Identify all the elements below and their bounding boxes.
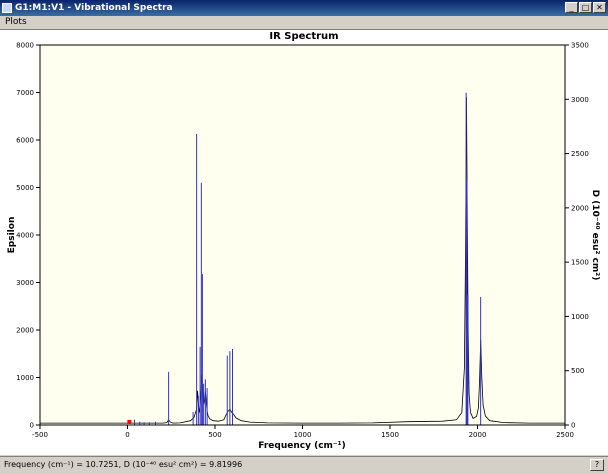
y-tick-label: 3000: [16, 279, 34, 287]
x-tick-label: 0: [125, 431, 129, 439]
y2-axis-label: D (10⁻⁴⁰ esu² cm²): [590, 190, 600, 281]
y-tick-label: 2000: [16, 327, 34, 335]
help-button[interactable]: ?: [590, 459, 604, 471]
window-title: G1:M1:V1 - Vibrational Spectra: [15, 3, 173, 13]
y-tick-label: 5000: [16, 184, 34, 192]
selected-point-marker: [127, 419, 132, 424]
y-tick-label: 8000: [16, 42, 34, 50]
app-icon: [2, 3, 12, 13]
y-tick-label: 4000: [16, 232, 34, 240]
close-button[interactable]: ✕: [593, 2, 606, 13]
maximize-button[interactable]: □: [579, 2, 592, 13]
chart-title: IR Spectrum: [269, 31, 338, 42]
y2-tick-label: 3500: [571, 42, 589, 50]
marker-layer: [127, 419, 132, 424]
y-tick-label: 6000: [16, 137, 34, 145]
y-axis-label: Epsilon: [7, 217, 17, 254]
y-tick-label: 7000: [16, 89, 34, 97]
y2-tick-label: 3000: [571, 96, 589, 104]
status-bar: Frequency (cm⁻¹) = 10.7251, D (10⁻⁴⁰ esu…: [0, 456, 608, 474]
ir-spectrum-chart[interactable]: IR Spectrum -500 0 500 1000 1500 2000 25000100…: [0, 30, 608, 456]
y2-tick-label: 0: [571, 422, 575, 430]
plot-area[interactable]: [40, 45, 565, 425]
y-tick-label: 0: [30, 422, 34, 430]
y2-tick-label: 1000: [571, 313, 589, 321]
x-tick-label: 1500: [381, 431, 399, 439]
y-tick-label: 1000: [16, 374, 34, 382]
x-tick-label: 2500: [556, 431, 574, 439]
minimize-button[interactable]: _: [565, 2, 578, 13]
y2-tick-label: 500: [571, 367, 584, 375]
x-tick-label: 1000: [294, 431, 312, 439]
y2-tick-label: 1500: [571, 259, 589, 267]
window-titlebar[interactable]: G1:M1:V1 - Vibrational Spectra _ □ ✕: [0, 0, 608, 16]
chart-frame: IR Spectrum -500 0 500 1000 1500 2000 2500 0 100…: [0, 29, 608, 455]
x-axis-label: Frequency (cm⁻¹): [258, 441, 345, 451]
y2-tick-label: 2500: [571, 150, 589, 158]
x-tick-label: 500: [208, 431, 221, 439]
x-tick-label: 2000: [469, 431, 487, 439]
menu-plots[interactable]: Plots: [5, 16, 27, 29]
y2-tick-label: 2000: [571, 204, 589, 212]
status-readout: Frequency (cm⁻¹) = 10.7251, D (10⁻⁴⁰ esu…: [4, 460, 243, 469]
x-tick-label: -500: [32, 431, 48, 439]
menu-bar: Plots: [0, 16, 608, 29]
